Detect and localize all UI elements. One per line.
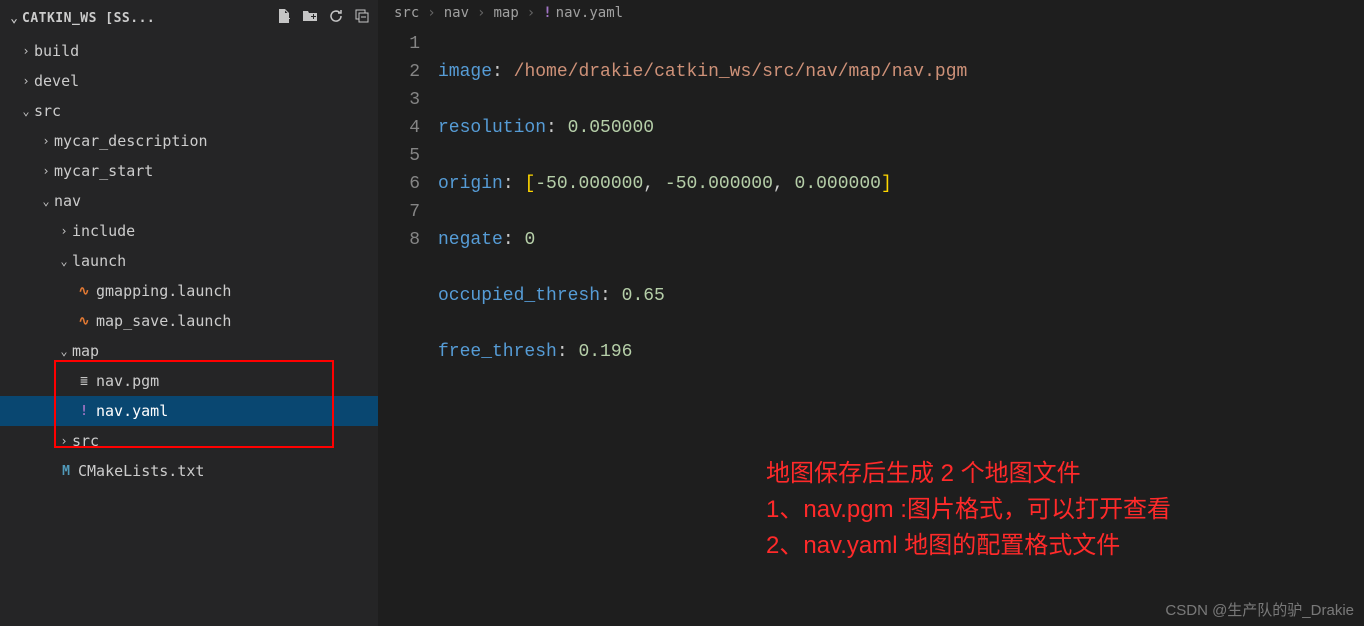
refresh-icon[interactable] [328,8,344,28]
line-number: 1 [378,30,420,58]
file-map-save-launch[interactable]: ∿ map_save.launch [0,306,378,336]
annotation-line: 地图保存后生成 2 个地图文件 [766,456,1171,492]
watermark: CSDN @生产队的驴_Drakie [1165,599,1354,620]
folder-label: mycar_description [54,132,208,150]
folder-label: nav [54,192,81,210]
chevron-right-icon: › [427,5,435,21]
annotation-line: 1、nav.pgm :图片格式，可以打开查看 [766,492,1171,528]
folder-mycar-start[interactable]: › mycar_start [0,156,378,186]
yaml-value: 0.050000 [568,118,654,138]
chevron-right-icon: › [56,434,72,448]
file-label: nav.yaml [96,402,168,420]
file-gmapping-launch[interactable]: ∿ gmapping.launch [0,276,378,306]
explorer-actions [276,8,370,28]
launch-file-icon: ∿ [74,314,94,329]
folder-src-inner[interactable]: › src [0,426,378,456]
yaml-value: 0.000000 [795,174,881,194]
folder-label: src [34,102,61,120]
breadcrumb-item[interactable]: nav [444,5,469,21]
yaml-file-icon: ! [74,404,94,419]
folder-src[interactable]: ⌄ src [0,96,378,126]
line-number: 6 [378,170,420,198]
chevron-down-icon: ⌄ [38,194,54,208]
yaml-value: -50.000000 [665,174,773,194]
folder-label: devel [34,72,79,90]
file-label: nav.pgm [96,372,159,390]
yaml-value: /home/drakie/catkin_ws/src/nav/map/nav.p… [514,62,968,82]
file-nav-yaml[interactable]: ! nav.yaml [0,396,378,426]
collapse-all-icon[interactable] [354,8,370,28]
yaml-key: resolution [438,118,546,138]
chevron-down-icon: ⌄ [56,254,72,268]
line-number: 3 [378,86,420,114]
chevron-right-icon: › [38,134,54,148]
folder-include[interactable]: › include [0,216,378,246]
yaml-key: image [438,62,492,82]
folder-label: mycar_start [54,162,153,180]
breadcrumb-item[interactable]: map [493,5,518,21]
folder-label: map [72,342,99,360]
breadcrumbs[interactable]: src › nav › map › ! nav.yaml [378,0,1364,26]
folder-mycar-description[interactable]: › mycar_description [0,126,378,156]
yaml-file-icon: ! [543,5,551,21]
new-file-icon[interactable] [276,8,292,28]
file-tree: › build › devel ⌄ src › mycar_descriptio… [0,32,378,486]
breadcrumb-item[interactable]: src [394,5,419,21]
line-number: 8 [378,226,420,254]
file-label: gmapping.launch [96,282,231,300]
yaml-value: -50.000000 [535,174,643,194]
explorer-title: CATKIN_WS [SS... [22,11,276,26]
folder-launch[interactable]: ⌄ launch [0,246,378,276]
yaml-key: negate [438,230,503,250]
folder-map[interactable]: ⌄ map [0,336,378,366]
line-number: 2 [378,58,420,86]
chevron-right-icon: › [38,164,54,178]
line-gutter: 1 2 3 4 5 6 7 8 [378,30,438,534]
folder-label: src [72,432,99,450]
folder-nav[interactable]: ⌄ nav [0,186,378,216]
editor-area: src › nav › map › ! nav.yaml 1 2 3 4 5 6 … [378,0,1364,626]
folder-label: build [34,42,79,60]
yaml-value: 0 [524,230,535,250]
yaml-value: 0.196 [578,342,632,362]
line-number: 5 [378,142,420,170]
chevron-right-icon: › [56,224,72,238]
file-explorer: ⌄ CATKIN_WS [SS... › build › devel [0,0,378,626]
yaml-key: origin [438,174,503,194]
annotation-line: 2、nav.yaml 地图的配置格式文件 [766,528,1171,564]
file-cmakelists[interactable]: M CMakeLists.txt [0,456,378,486]
line-number: 7 [378,198,420,226]
file-icon: ≣ [74,374,94,389]
chevron-down-icon: ⌄ [6,11,22,26]
launch-file-icon: ∿ [74,284,94,299]
chevron-right-icon: › [18,74,34,88]
yaml-key: free_thresh [438,342,557,362]
chevron-right-icon: › [18,44,34,58]
chevron-right-icon: › [527,5,535,21]
cmake-file-icon: M [56,464,76,479]
file-nav-pgm[interactable]: ≣ nav.pgm [0,366,378,396]
annotation-text: 地图保存后生成 2 个地图文件 1、nav.pgm :图片格式，可以打开查看 2… [766,456,1171,564]
folder-label: include [72,222,135,240]
chevron-right-icon: › [477,5,485,21]
chevron-down-icon: ⌄ [18,104,34,118]
chevron-down-icon: ⌄ [56,344,72,358]
breadcrumb-item[interactable]: ! nav.yaml [543,5,623,21]
new-folder-icon[interactable] [302,8,318,28]
folder-build[interactable]: › build [0,36,378,66]
yaml-value: 0.65 [622,286,665,306]
file-label: map_save.launch [96,312,231,330]
line-number: 4 [378,114,420,142]
file-label: CMakeLists.txt [78,462,204,480]
folder-devel[interactable]: › devel [0,66,378,96]
breadcrumb-label: nav.yaml [556,5,623,21]
folder-label: launch [72,252,126,270]
explorer-header[interactable]: ⌄ CATKIN_WS [SS... [0,4,378,32]
yaml-key: occupied_thresh [438,286,600,306]
